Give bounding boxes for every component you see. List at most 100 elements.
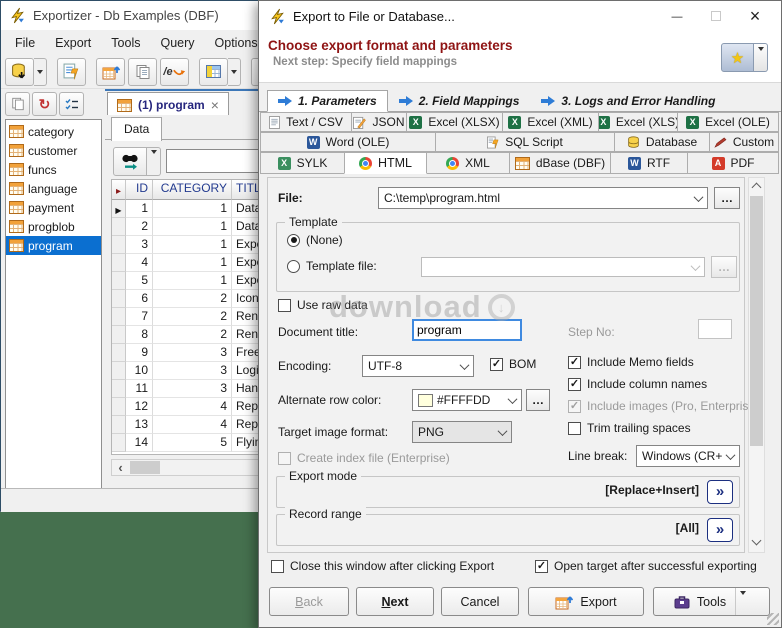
include-column-names-checkbox[interactable]: Include column names [568,377,707,391]
checkbox[interactable] [568,356,581,369]
alternate-row-color-combobox[interactable]: #FFFFDD [412,389,522,411]
table-item-category[interactable]: category [6,122,101,141]
tools-dropdown[interactable] [735,588,749,615]
close-button[interactable] [739,4,771,28]
trim-trailing-spaces-checkbox[interactable]: Trim trailing spaces [568,421,691,435]
open-database-button[interactable] [5,58,34,86]
browse-file-button[interactable] [714,187,740,209]
document-tab-program[interactable]: (1) program [107,92,229,117]
export-mode-expand-button[interactable] [707,480,733,504]
checklist-button[interactable] [59,92,84,116]
step-tab-parameters[interactable]: 1. Parameters [267,90,388,112]
file-combobox[interactable]: C:\temp\program.html [378,187,708,209]
view-table-dropdown[interactable] [228,58,241,86]
open-database-dropdown[interactable] [34,58,47,86]
export-command-button[interactable]: /e [160,58,189,86]
minimize-button[interactable] [661,4,693,28]
chevron-down-icon[interactable] [726,450,736,460]
chevron-down-icon[interactable] [498,426,508,436]
column-header-category[interactable]: CATEGORY [153,180,232,200]
format-tab-html[interactable]: HTML [344,152,427,174]
find-button[interactable] [113,147,147,176]
format-tab-database[interactable]: Database [614,132,710,152]
chevron-down-icon[interactable] [508,394,518,404]
checkbox[interactable] [271,560,284,573]
pick-color-button[interactable] [526,389,550,411]
column-header-id[interactable]: ID [126,180,153,200]
copy-button[interactable] [128,58,157,86]
format-tab-text-csv[interactable]: Text / CSV [260,112,352,132]
format-tab-pdf[interactable]: PDF [687,152,779,174]
table-item-progblob[interactable]: progblob [6,217,101,236]
format-tab-excel-xml[interactable]: Excel (XML) [502,112,599,132]
table-item-program[interactable]: program [6,236,101,255]
next-button[interactable]: Next [356,587,434,616]
cancel-button[interactable]: Cancel [441,587,519,616]
menu-file[interactable]: File [5,32,45,54]
favorites-button[interactable] [721,43,754,72]
step-tab-field-mappings[interactable]: 2. Field Mappings [388,90,531,112]
document-title-input[interactable] [412,319,522,341]
resize-grip[interactable] [767,613,779,625]
scroll-left-icon[interactable] [112,460,129,475]
table-item-customer[interactable]: customer [6,141,101,160]
format-tab-sql-script[interactable]: SQL Script [435,132,615,152]
target-image-format-combobox[interactable]: PNG [412,421,512,443]
format-tab-excel-xls[interactable]: Excel (XLS) [598,112,678,132]
record-range-expand-button[interactable] [707,518,733,542]
close-tab-icon[interactable] [211,97,219,113]
format-tab-word-ole[interactable]: Word (OLE) [260,132,436,152]
table-item-payment[interactable]: payment [6,198,101,217]
view-table-button[interactable] [199,58,228,86]
radio-none[interactable] [287,234,300,247]
format-tab-rtf[interactable]: RTF [610,152,688,174]
bom-checkbox[interactable]: BOM [490,357,536,371]
favorites-dropdown[interactable] [754,43,768,72]
format-tab-custom[interactable]: Custom [709,132,779,152]
scrollbar-thumb[interactable] [750,196,763,446]
format-tab-dbase[interactable]: dBase (DBF) [509,152,611,174]
checkbox[interactable] [535,560,548,573]
menu-export[interactable]: Export [45,32,101,54]
line-break-combobox[interactable]: Windows (CR+LF) [636,445,740,467]
open-target-checkbox[interactable]: Open target after successful exporting [535,559,757,573]
format-tab-xml[interactable]: XML [426,152,510,174]
export-table-icon [102,64,120,80]
format-tab-excel-xlsx[interactable]: Excel (XLSX) [406,112,503,132]
current-row-icon [115,202,121,216]
template-file-option[interactable]: Template file: [287,259,377,273]
export-table-button[interactable] [96,58,125,86]
export-button[interactable]: Export [528,587,644,616]
close-after-export-checkbox[interactable]: Close this window after clicking Export [271,559,494,573]
use-raw-data-checkbox[interactable]: Use raw data [278,298,368,312]
checkbox[interactable] [490,358,503,371]
refresh-button[interactable] [32,92,57,116]
encoding-combobox[interactable]: UTF-8 [362,355,474,377]
radio-template-file[interactable] [287,260,300,273]
format-tab-excel-ole[interactable]: Excel (OLE) [677,112,779,132]
format-tab-json[interactable]: JSON [351,112,407,132]
table-item-funcs[interactable]: funcs [6,160,101,179]
parameters-scrollbar[interactable] [748,177,765,553]
scroll-up-icon[interactable] [752,183,762,193]
scroll-down-icon[interactable] [752,536,762,546]
table-item-language[interactable]: language [6,179,101,198]
step-tab-logs[interactable]: 3. Logs and Error Handling [530,90,726,112]
template-none-option[interactable]: (None) [287,233,343,247]
chevron-down-icon[interactable] [694,192,704,202]
menu-query[interactable]: Query [150,32,204,54]
menu-tools[interactable]: Tools [101,32,150,54]
checkbox[interactable] [278,299,291,312]
scrollbar-thumb[interactable] [130,461,160,474]
checkbox[interactable] [568,422,581,435]
dbf-table-icon [515,157,530,170]
checkbox[interactable] [568,378,581,391]
include-memo-checkbox[interactable]: Include Memo fields [568,355,694,369]
find-dropdown[interactable] [147,147,161,176]
edit-data-button[interactable] [57,58,86,86]
format-tab-sylk[interactable]: SYLK [260,152,345,174]
chevron-down-icon[interactable] [460,360,470,370]
tools-button[interactable]: Tools [653,587,770,616]
copy-table-button[interactable] [5,92,30,116]
tab-data[interactable]: Data [111,117,162,141]
